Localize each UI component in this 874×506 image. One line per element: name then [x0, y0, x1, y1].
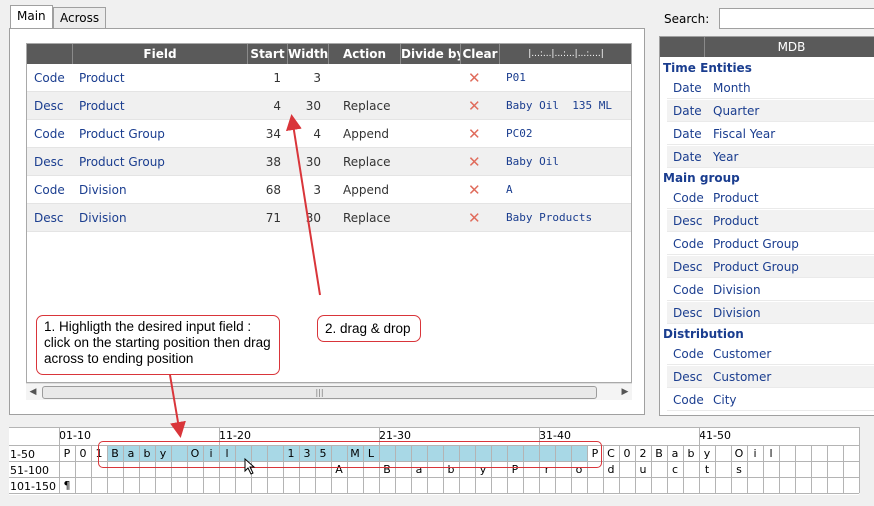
tab-main[interactable]: Main — [10, 5, 53, 28]
hand-cursor-icon — [244, 457, 256, 475]
drag-drop-arrow — [285, 114, 321, 296]
tab-main-label: Main — [17, 9, 46, 23]
highlight-arrow — [169, 374, 186, 438]
annotation-arrows — [169, 114, 321, 475]
